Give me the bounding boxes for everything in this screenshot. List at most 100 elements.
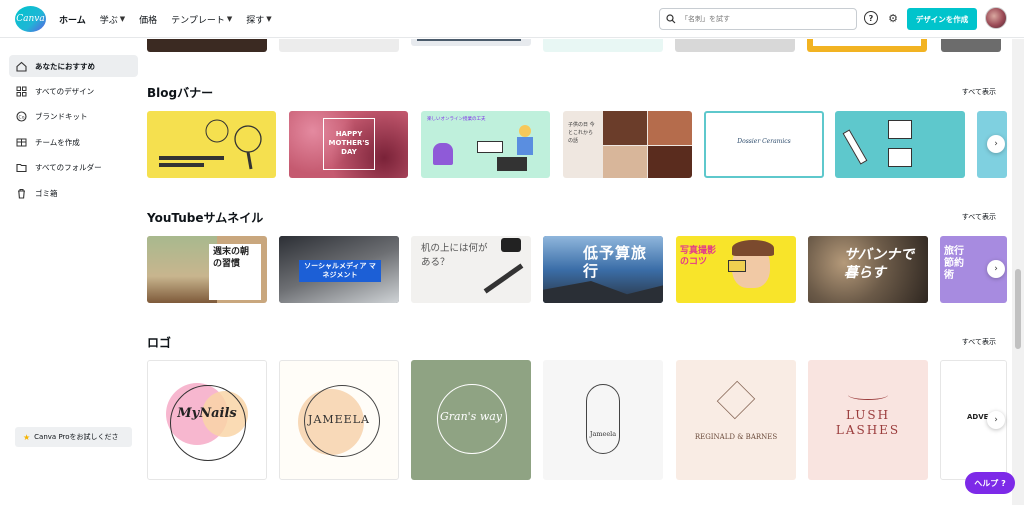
template-thumbnail[interactable] [807, 39, 927, 52]
template-thumbnail[interactable] [411, 39, 531, 46]
canva-logo[interactable]: Canva [15, 6, 46, 32]
try-canva-pro-button[interactable]: ★ Canva Proをお試しくださ [15, 427, 132, 447]
thumbnail-title: 写真撮影のコツ [680, 246, 717, 267]
template-thumbnail[interactable]: 週末の朝の習慣 [147, 236, 267, 303]
sidebar-item-trash[interactable]: ゴミ箱 [9, 182, 138, 204]
main-content: Blogバナー すべて表示 HAPPY MOTHER'S DAY 楽しいオンライ… [145, 39, 1012, 505]
template-thumbnail[interactable] [941, 39, 1001, 52]
search-box[interactable] [659, 8, 857, 30]
thumbnail-title: Dossier Ceramics [737, 138, 791, 145]
sidebar-item-all-designs[interactable]: すべてのデザイン [9, 80, 138, 102]
chevron-down-icon: ▼ [226, 15, 233, 23]
try-canva-pro-label: Canva Proをお試しくださ [34, 433, 119, 441]
thumbnail-title: ADVE [967, 413, 989, 421]
template-thumbnail[interactable]: HAPPY MOTHER'S DAY [289, 111, 408, 178]
folder-icon [16, 162, 27, 173]
chevron-right-icon[interactable]: › [987, 135, 1005, 153]
template-thumbnail[interactable]: Dossier Ceramics [704, 111, 824, 178]
see-all-link[interactable]: すべて表示 [962, 87, 996, 97]
template-thumbnail[interactable] [147, 111, 276, 178]
nav-pricing-label: 価格 [139, 15, 158, 26]
thumbnail-title: サバンナで暮らす [844, 247, 915, 281]
trash-icon [16, 188, 27, 199]
nav-home[interactable]: ホーム [59, 13, 86, 26]
help-button[interactable]: ヘルプ ? [965, 472, 1015, 494]
template-thumbnail[interactable] [543, 39, 663, 52]
gear-icon[interactable]: ⚙ [886, 11, 900, 25]
grid-icon [16, 86, 27, 97]
home-icon [16, 61, 27, 72]
thumbnail-title: 机の上には何がある？ [421, 243, 488, 268]
nav-templates-label: テンプレート [171, 15, 225, 26]
search-icon [666, 14, 676, 24]
team-icon [16, 137, 27, 148]
chevron-down-icon: ▼ [119, 15, 126, 23]
template-thumbnail[interactable]: REGINALD & BARNES [676, 360, 796, 480]
thumbnail-title: 旅行節約術 [944, 246, 964, 281]
thumbnail-title: JAMEELA [308, 413, 370, 426]
help-icon[interactable]: ? [864, 11, 878, 25]
nav-explore-label: 探す [246, 15, 265, 26]
template-thumbnail[interactable]: ソーシャルメディア マネジメント [279, 236, 399, 303]
svg-text:Co: Co [19, 114, 25, 120]
thumbnail-title: REGINALD & BARNES [694, 433, 778, 441]
section-title: YouTubeサムネイル [147, 211, 264, 225]
sidebar-item-label: ブランドキット [35, 111, 88, 121]
see-all-link[interactable]: すべて表示 [962, 212, 996, 222]
thumbnail-title: 低予算旅行 [583, 244, 648, 280]
template-thumbnail[interactable] [279, 39, 399, 52]
template-thumbnail[interactable]: 机の上には何がある？ [411, 236, 531, 303]
sidebar: あなたにおすすめ すべてのデザイン Co ブランドキット チームを作成 すべての… [0, 39, 145, 505]
avatar[interactable] [985, 7, 1007, 29]
search-input[interactable] [681, 15, 851, 23]
template-thumbnail[interactable] [675, 39, 795, 52]
chevron-down-icon: ▼ [266, 15, 272, 23]
template-thumbnail[interactable]: Gran's way [411, 360, 531, 480]
nav-explore[interactable]: 探す ▼ [246, 13, 271, 26]
template-thumbnail[interactable]: 楽しいオンライン授業の工夫 [421, 111, 550, 178]
template-thumbnail[interactable]: MyNails [147, 360, 267, 480]
scrollbar[interactable] [1012, 39, 1024, 505]
sidebar-item-create-team[interactable]: チームを作成 [9, 131, 138, 153]
template-thumbnail[interactable]: JAMEELA [279, 360, 399, 480]
section-title: Blogバナー [147, 86, 214, 100]
thumbnail-title: HAPPY MOTHER'S DAY [328, 130, 370, 156]
sidebar-item-label: すべてのフォルダー [35, 162, 102, 172]
thumbnail-title: MyNails [177, 406, 237, 421]
template-thumbnail[interactable] [835, 111, 965, 178]
sidebar-item-label: チームを作成 [35, 137, 80, 147]
template-thumbnail[interactable]: Jameela [543, 360, 663, 480]
nav-home-label: ホーム [59, 15, 86, 26]
template-thumbnail[interactable]: 写真撮影のコツ [676, 236, 796, 303]
sidebar-item-label: あなたにおすすめ [35, 61, 95, 71]
template-thumbnail[interactable]: サバンナで暮らす [808, 236, 928, 303]
template-thumbnail[interactable]: 子供の日 今とこれから の話 [563, 111, 692, 178]
sidebar-item-label: ゴミ箱 [35, 188, 58, 198]
see-all-link[interactable]: すべて表示 [962, 337, 996, 347]
template-thumbnail[interactable]: 低予算旅行 [543, 236, 663, 303]
thumbnail-title: Gran's way [439, 410, 503, 423]
brand-kit-icon: Co [16, 110, 27, 122]
nav-pricing[interactable]: 価格 [139, 13, 157, 26]
nav-learn[interactable]: 学ぶ ▼ [100, 13, 125, 26]
sidebar-item-for-you[interactable]: あなたにおすすめ [9, 55, 138, 77]
create-design-button[interactable]: デザインを作成 [907, 8, 977, 30]
template-thumbnail[interactable]: LUSH LASHES [808, 360, 928, 480]
top-bar: Canva ホーム 学ぶ▼ 価格 テンプレート▼ 探す▼ ? ⚙ デザインを作成 [0, 0, 1024, 38]
thumbnail-title: 子供の日 今とこれから の話 [568, 122, 595, 144]
sidebar-item-brand-kit[interactable]: Co ブランドキット [9, 105, 138, 127]
main-nav: ホーム 学ぶ ▼ 価格 テンプレート ▼ 探す ▼ [59, 0, 272, 38]
chevron-right-icon[interactable]: › [987, 411, 1005, 429]
section-title: ロゴ [147, 336, 172, 350]
sidebar-item-label: すべてのデザイン [35, 86, 95, 96]
sidebar-item-all-folders[interactable]: すべてのフォルダー [9, 156, 138, 178]
chevron-right-icon[interactable]: › [987, 260, 1005, 278]
nav-templates[interactable]: テンプレート ▼ [171, 13, 232, 26]
thumbnail-title: Jameela [589, 430, 617, 438]
template-thumbnail[interactable] [147, 39, 267, 52]
thumbnail-title: 楽しいオンライン授業の工夫 [427, 117, 486, 122]
scrollbar-thumb[interactable] [1015, 269, 1021, 349]
star-icon: ★ [23, 432, 31, 442]
magnifier-illustration [159, 119, 262, 170]
thumbnail-title: LUSH LASHES [835, 408, 901, 437]
